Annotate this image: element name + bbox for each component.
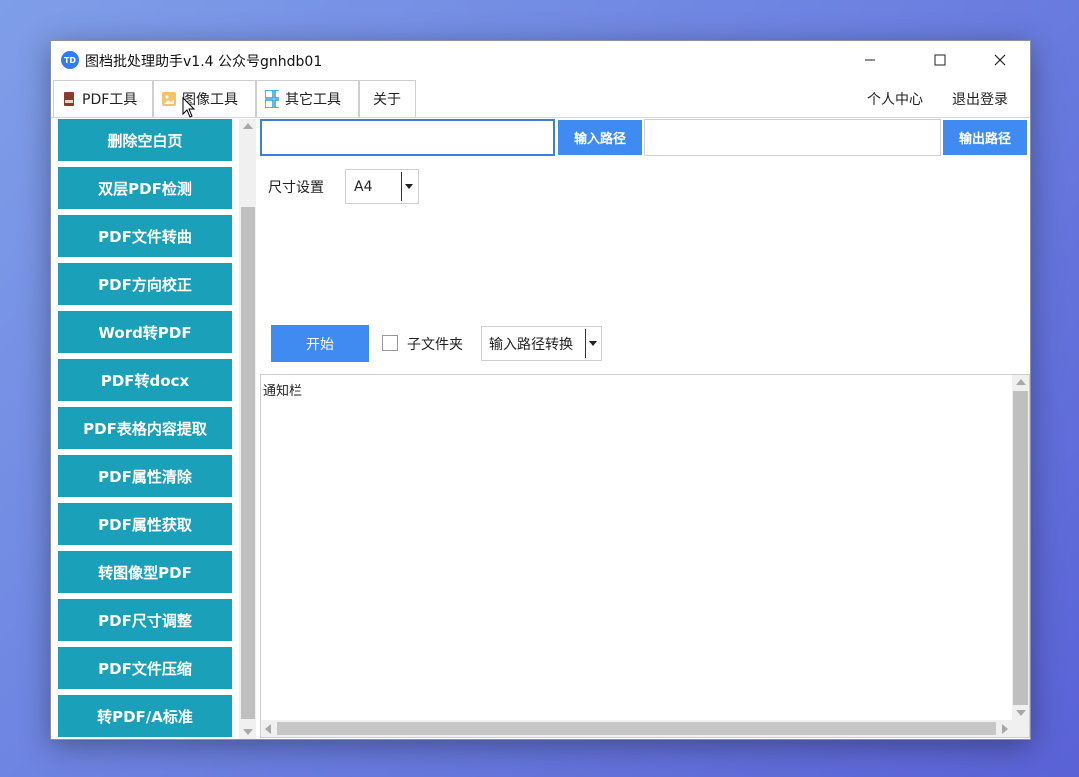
tab-label: 关于 <box>373 92 401 108</box>
scrollbar-thumb[interactable] <box>277 722 996 735</box>
sidebar-item-pdf-metadata-get[interactable]: PDF属性获取 <box>58 503 232 545</box>
scrollbar-corner <box>1012 720 1029 737</box>
maximize-icon <box>934 54 946 66</box>
image-icon <box>162 92 176 106</box>
tab-pdf-tools[interactable]: PDF工具 <box>53 80 153 117</box>
subfolder-checkbox[interactable] <box>382 335 398 351</box>
tab-divider <box>51 117 1030 118</box>
grid-icon <box>265 90 279 108</box>
maximize-button[interactable] <box>917 45 963 75</box>
notification-panel[interactable]: 通知栏 <box>260 374 1030 738</box>
scroll-up-arrow-icon[interactable] <box>1016 379 1026 385</box>
scroll-left-arrow-icon[interactable] <box>265 724 271 734</box>
size-setting-label: 尺寸设置 <box>268 180 324 196</box>
notification-text: 通知栏 <box>263 384 303 399</box>
mouse-cursor-icon <box>182 97 196 118</box>
sidebar-item-pdf-orientation[interactable]: PDF方向校正 <box>58 263 232 305</box>
logout-link[interactable]: 退出登录 <box>952 89 1008 109</box>
scroll-up-arrow-icon[interactable] <box>243 123 253 129</box>
tab-other-tools[interactable]: 其它工具 <box>256 80 359 117</box>
notification-vertical-scrollbar[interactable] <box>1012 375 1029 720</box>
scroll-down-arrow-icon[interactable] <box>1016 710 1026 716</box>
app-window: TD 图档批处理助手v1.4 公众号gnhdb01 PDF工具 图像工具 其它工… <box>50 40 1031 740</box>
close-icon <box>994 54 1006 66</box>
notification-horizontal-scrollbar[interactable] <box>261 720 1012 737</box>
scroll-down-arrow-icon[interactable] <box>243 729 253 735</box>
input-path-field[interactable] <box>260 119 555 156</box>
dropdown-arrow-icon[interactable] <box>401 172 416 201</box>
minimize-icon <box>865 59 875 61</box>
sidebar-item-dual-layer-pdf-check[interactable]: 双层PDF检测 <box>58 167 232 209</box>
start-button[interactable]: 开始 <box>271 325 369 362</box>
mode-select-value: 输入路径转换 <box>489 336 573 353</box>
size-select-value: A4 <box>354 178 373 195</box>
sidebar-scrollbar[interactable] <box>239 119 256 739</box>
dropdown-arrow-icon[interactable] <box>585 329 599 358</box>
sidebar-item-to-pdfa[interactable]: 转PDF/A标准 <box>58 695 232 737</box>
sidebar-item-pdf-compress[interactable]: PDF文件压缩 <box>58 647 232 689</box>
sidebar-item-pdf-table-extract[interactable]: PDF表格内容提取 <box>58 407 232 449</box>
sidebar-item-word-to-pdf[interactable]: Word转PDF <box>58 311 232 353</box>
user-center-link[interactable]: 个人中心 <box>867 89 923 109</box>
pdf-file-icon <box>62 92 76 106</box>
tab-about[interactable]: 关于 <box>359 80 416 117</box>
scrollbar-thumb[interactable] <box>241 207 255 719</box>
sidebar-item-delete-blank-pages[interactable]: 删除空白页 <box>58 119 232 161</box>
sidebar-item-pdf-metadata-clear[interactable]: PDF属性清除 <box>58 455 232 497</box>
title-bar: TD 图档批处理助手v1.4 公众号gnhdb01 <box>51 41 1030 79</box>
conversion-mode-select[interactable]: 输入路径转换 <box>481 326 602 361</box>
sidebar-item-pdf-outline[interactable]: PDF文件转曲 <box>58 215 232 257</box>
app-logo-icon: TD <box>61 51 79 69</box>
sidebar-item-to-image-pdf[interactable]: 转图像型PDF <box>58 551 232 593</box>
tab-image-tools[interactable]: 图像工具 <box>153 80 256 117</box>
tool-sidebar: 删除空白页 双层PDF检测 PDF文件转曲 PDF方向校正 Word转PDF P… <box>56 119 259 739</box>
output-path-button[interactable]: 输出路径 <box>943 120 1027 155</box>
window-title: 图档批处理助手v1.4 公众号gnhdb01 <box>85 54 323 70</box>
minimize-button[interactable] <box>847 45 893 75</box>
sidebar-item-pdf-resize[interactable]: PDF尺寸调整 <box>58 599 232 641</box>
scroll-right-arrow-icon[interactable] <box>1002 724 1008 734</box>
input-path-button[interactable]: 输入路径 <box>558 120 642 155</box>
size-select[interactable]: A4 <box>345 169 419 204</box>
scrollbar-thumb[interactable] <box>1013 391 1028 705</box>
main-tab-bar: PDF工具 图像工具 其它工具 关于 个人中心 退出登录 <box>51 79 1030 117</box>
output-path-field[interactable] <box>644 119 941 156</box>
tab-label: PDF工具 <box>82 92 138 108</box>
sidebar-item-pdf-to-docx[interactable]: PDF转docx <box>58 359 232 401</box>
close-button[interactable] <box>977 45 1023 75</box>
tab-label: 其它工具 <box>285 92 341 108</box>
subfolder-label: 子文件夹 <box>407 337 463 353</box>
